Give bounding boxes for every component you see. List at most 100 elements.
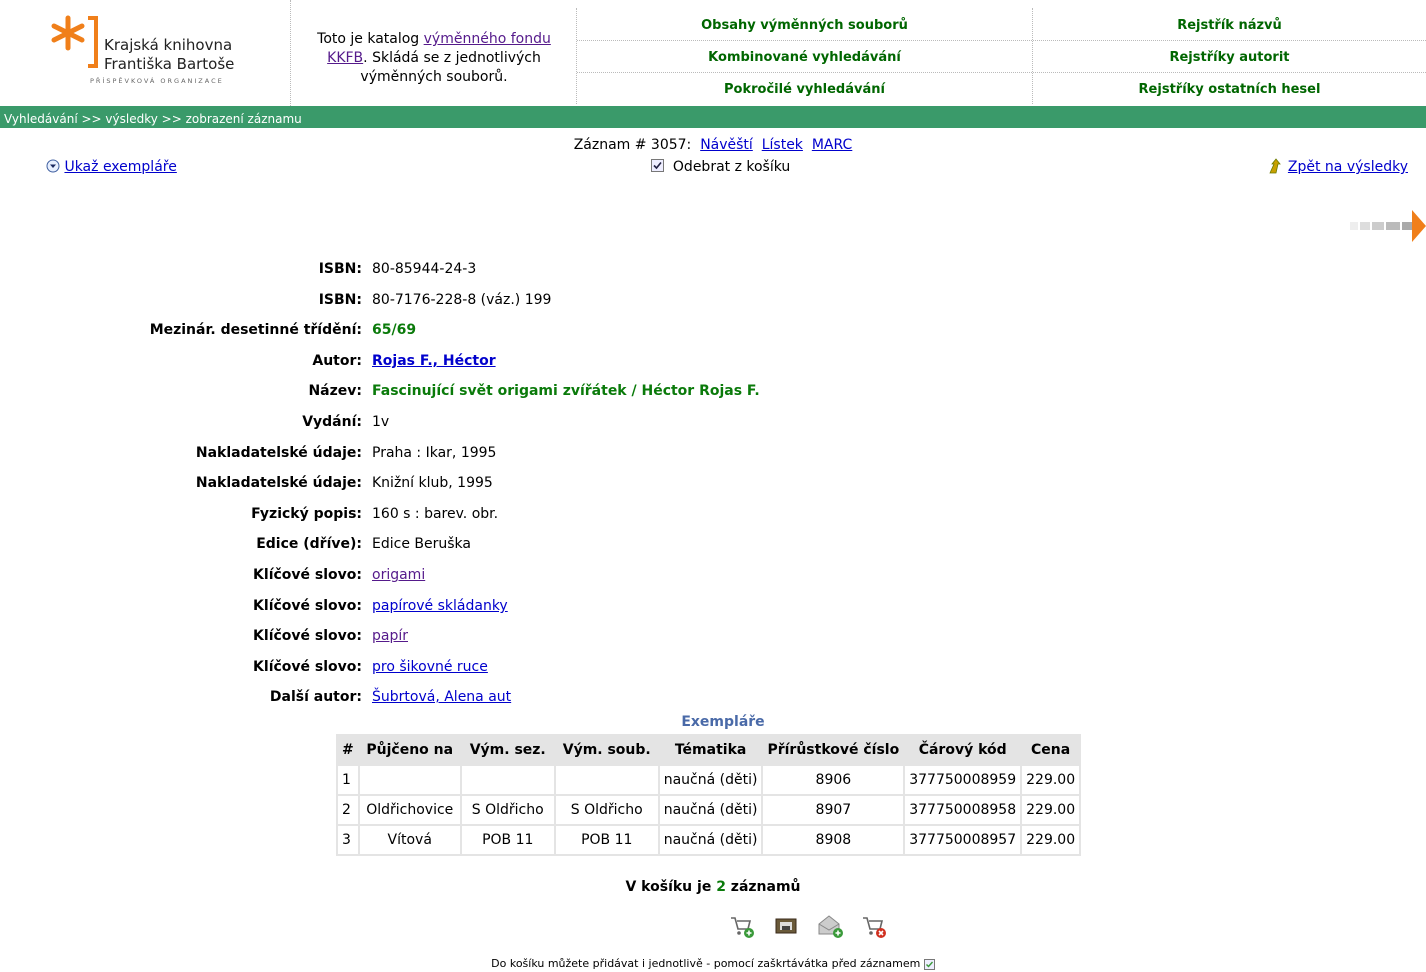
basket-text-pre: V košíku je [625,879,717,895]
field-value-udc: 65/69 [372,322,417,338]
table-cell [555,766,658,794]
record-number: Záznam # 3057: [573,137,692,153]
table-cell: 2 [338,796,358,824]
column-header: Vým. soub. [555,736,658,764]
table-row: 3 Vítová POB 11 POB 11 naučná (děti) 890… [338,826,1080,854]
field-label: Vydání: [302,414,362,430]
intro-text-pre: Toto je katalog [317,31,424,47]
table-cell: 8906 [763,766,904,794]
nav-title-index-link[interactable]: Rejstřík názvů [1033,10,1426,41]
table-cell [461,766,554,794]
table-cell: 229.00 [1022,766,1080,794]
exchange-fund-link[interactable]: výměnného fondu [424,31,551,47]
checkbox-icon[interactable] [651,158,664,172]
column-header: Čárový kód [905,736,1021,764]
field-value-physical: 160 s : barev. obr. [372,506,499,522]
logo-line2: Františka Bartoše [104,55,235,73]
items-table: # Půjčeno na Vým. sez. Vým. soub. Témati… [336,734,1082,856]
header: Krajská knihovna Františka Bartoše PŘÍSP… [0,0,1426,106]
format-marc-link[interactable]: MARC [812,137,852,153]
table-cell: 377750008957 [905,826,1021,854]
basket-note: Do košíku můžete přidávat i jednotlivě -… [0,957,1426,970]
table-header-row: # Půjčeno na Vým. sez. Vým. soub. Témati… [338,736,1080,764]
items-caption: Exempláře [681,714,765,730]
show-items[interactable]: Ukaž exempláře [46,159,177,175]
logo-line1: Krajská knihovna [104,36,233,54]
library-logo[interactable]: Krajská knihovna Františka Bartoše PŘÍSP… [0,0,291,106]
table-cell: 229.00 [1022,826,1080,854]
keyword-link[interactable]: pro šikovné ruce [372,659,488,675]
field-label: Autor: [312,353,362,369]
remove-from-cart[interactable]: Odebrat z košíku [651,158,791,175]
table-row: 1 naučná (děti) 8906 377750008959 229.00 [338,766,1080,794]
back-to-results[interactable]: Zpět na výsledky [1267,158,1408,175]
table-cell [359,766,460,794]
field-label: Fyzický popis: [251,506,362,522]
record-format-row: Záznam # 3057: Návěští Lístek MARC [0,137,1426,153]
basket-actions [728,912,898,940]
format-card-link[interactable]: Lístek [762,137,803,153]
show-items-link[interactable]: Ukaž exempláře [64,159,176,175]
field-label: Klíčové slovo: [253,628,362,644]
back-to-results-link[interactable]: Zpět na výsledky [1288,159,1408,175]
column-header: Přírůstkové číslo [763,736,904,764]
basket-count: 2 [716,879,726,895]
table-cell: 8908 [763,826,904,854]
basket-summary: V košíku je 2 záznamů [0,879,1426,895]
field-label: Nakladatelské údaje: [195,475,362,491]
field-label: Název: [308,383,362,399]
field-value-edition: 1v [372,414,390,430]
table-cell: POB 11 [461,826,554,854]
next-arrow-icon [1350,210,1426,242]
field-label: Klíčové slovo: [253,567,362,583]
table-row: 2 Oldřichovice S Oldřicho S Oldřicho nau… [338,796,1080,824]
save-folder-icon[interactable] [772,912,800,940]
additional-author-link[interactable]: Šubrtová, Alena aut [372,689,511,705]
nav-other-index-link[interactable]: Rejstříky ostatních hesel [1033,74,1426,105]
email-send-icon[interactable] [816,912,844,940]
table-cell: 8907 [763,796,904,824]
table-cell: S Oldřicho [461,796,554,824]
breadcrumb[interactable]: Vyhledávání >> výsledky >> zobrazení záz… [4,112,302,126]
column-header: Tématika [659,736,762,764]
circle-down-arrow-icon [46,159,60,173]
intro-text-post: . Skládá se z jednotlivých výměnných sou… [360,50,541,85]
field-label: ISBN: [318,261,362,277]
next-record-arrow[interactable] [1350,210,1426,242]
nav-combined-search-link[interactable]: Kombinované vyhledávání [577,42,1032,73]
field-label: Další autor: [269,689,362,705]
field-value-series: Edice Beruška [372,536,471,552]
logo-name: Krajská knihovna Františka Bartoše [104,36,234,74]
back-arrow-icon [1269,158,1282,174]
nav-contents-link[interactable]: Obsahy výměnných souborů [577,10,1032,41]
cart-remove-icon[interactable] [860,912,888,940]
cart-add-icon[interactable] [728,912,756,940]
basket-note-text: Do košíku můžete přidávat i jednotlivě -… [491,957,921,970]
field-value-publisher: Praha : Ikar, 1995 [372,445,497,461]
keyword-link[interactable]: papír [372,628,408,644]
table-cell: naučná (děti) [659,796,762,824]
table-cell: naučná (děti) [659,826,762,854]
field-label: ISBN: [318,292,362,308]
table-cell: S Oldřicho [555,796,658,824]
nav-advanced-search-link[interactable]: Pokročilé vyhledávání [577,74,1032,105]
field-label: Mezinár. desetinné třídění: [149,322,362,338]
table-cell: Vítová [359,826,460,854]
kkfb-link[interactable]: KKFB [327,50,363,66]
nav-authority-index-link[interactable]: Rejstříky autorit [1033,42,1426,73]
remove-from-cart-label: Odebrat z košíku [672,159,791,175]
logo-asterisk-icon [51,15,98,68]
author-link[interactable]: Rojas F., Héctor [372,353,496,369]
keyword-link[interactable]: origami [372,567,425,583]
table-cell: naučná (děti) [659,766,762,794]
format-label-link[interactable]: Návěští [700,137,753,153]
table-cell: 377750008958 [905,796,1021,824]
keyword-link[interactable]: papírové skládanky [372,598,508,614]
checkbox-icon [923,958,935,970]
field-label: Nakladatelské údaje: [195,445,362,461]
table-cell: 3 [338,826,358,854]
table-cell: 229.00 [1022,796,1080,824]
column-header: Vým. sez. [461,736,554,764]
table-cell: 1 [338,766,358,794]
column-header: Půjčeno na [359,736,460,764]
